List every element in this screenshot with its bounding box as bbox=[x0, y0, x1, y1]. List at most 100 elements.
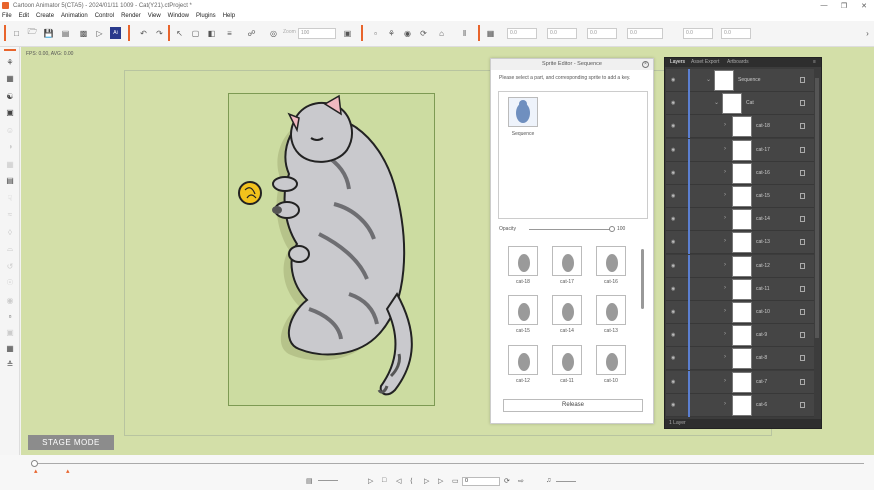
timeline-track[interactable] bbox=[34, 463, 864, 464]
bone-icon[interactable]: ⚘ bbox=[386, 27, 397, 39]
create-scene-icon[interactable]: ▤ bbox=[60, 27, 71, 39]
sprite-thumbnail[interactable] bbox=[596, 295, 626, 325]
next-key-icon[interactable]: ▷ bbox=[438, 477, 443, 485]
layer-target-icon[interactable] bbox=[800, 239, 805, 246]
tab-asset-export[interactable]: Asset Export bbox=[691, 59, 719, 65]
speed-slider[interactable] bbox=[318, 480, 338, 481]
layer-row[interactable]: ◉ › cat-15 bbox=[666, 185, 814, 208]
redo-icon[interactable]: ↷ bbox=[154, 27, 165, 39]
previous-key-icon[interactable]: ◁ bbox=[396, 477, 401, 485]
sprite-thumbnail[interactable] bbox=[596, 345, 626, 375]
align-icon[interactable]: ≡ bbox=[224, 27, 235, 39]
visibility-eye-icon[interactable]: ◉ bbox=[671, 286, 677, 292]
visibility-eye-icon[interactable]: ◉ bbox=[671, 170, 677, 176]
prop-tool-icon[interactable]: ☉ bbox=[4, 277, 16, 288]
sprite-thumbnail[interactable] bbox=[508, 246, 538, 276]
previous-frame-icon[interactable]: ⟨ bbox=[410, 477, 413, 485]
sprite-thumbnail[interactable] bbox=[508, 345, 538, 375]
menu-help[interactable]: Help bbox=[223, 13, 235, 19]
sequence-thumbnail[interactable] bbox=[508, 97, 538, 127]
path-tool-icon[interactable]: ⌓ bbox=[4, 243, 16, 254]
sprite-thumbnail[interactable] bbox=[508, 295, 538, 325]
menu-plugins[interactable]: Plugins bbox=[196, 13, 216, 19]
expand-toolbar-icon[interactable]: › bbox=[862, 27, 873, 39]
crop-icon[interactable]: ▫ bbox=[370, 27, 381, 39]
layer-target-icon[interactable] bbox=[800, 100, 805, 107]
pan-icon[interactable]: ▢ bbox=[190, 27, 201, 39]
visibility-eye-icon[interactable]: ◉ bbox=[671, 123, 677, 129]
layer-row[interactable]: ◉ › cat-13 bbox=[666, 231, 814, 255]
timeline-settings-icon[interactable]: ▤ bbox=[306, 477, 313, 485]
layer-row[interactable]: ◉ › cat-10 bbox=[666, 301, 814, 324]
fit-icon[interactable]: ▣ bbox=[342, 27, 353, 39]
stop-icon[interactable]: □ bbox=[382, 477, 386, 484]
motion-tool-icon[interactable]: ↺ bbox=[4, 261, 16, 272]
layer-target-icon[interactable] bbox=[800, 401, 805, 408]
layer-row[interactable]: ◉ › cat-12 bbox=[666, 254, 814, 278]
layer-target-icon[interactable] bbox=[800, 378, 805, 385]
volume-slider[interactable] bbox=[556, 481, 576, 482]
face-tool-icon[interactable]: ☺ bbox=[4, 125, 16, 136]
layer-row[interactable]: ◉ › cat-8 bbox=[666, 347, 814, 371]
panel-menu-icon[interactable]: ≡ bbox=[813, 59, 816, 65]
chevron-right-icon[interactable]: › bbox=[724, 238, 726, 244]
bone-tool-icon[interactable]: ⚘ bbox=[4, 57, 16, 68]
cat-illustration[interactable] bbox=[229, 94, 436, 407]
save-icon[interactable]: 💾 bbox=[43, 27, 54, 39]
close-icon[interactable]: × bbox=[642, 61, 649, 68]
chevron-right-icon[interactable]: › bbox=[724, 146, 726, 152]
ai-icon[interactable]: Ai bbox=[110, 27, 121, 39]
layer-row[interactable]: ◉ › cat-6 bbox=[666, 393, 814, 417]
deform-tool-icon[interactable]: ◊ bbox=[4, 227, 16, 238]
next-frame-icon[interactable]: ▷ bbox=[424, 477, 429, 485]
layer-target-icon[interactable] bbox=[800, 193, 805, 199]
morph-tool-icon[interactable]: ◑ bbox=[4, 141, 16, 152]
chevron-down-icon[interactable]: ⌄ bbox=[714, 99, 719, 106]
puppet-tool-icon[interactable]: ☯ bbox=[4, 91, 16, 102]
scale-y-field[interactable]: 0.0 bbox=[683, 28, 713, 39]
menu-view[interactable]: View bbox=[148, 13, 161, 19]
volume-icon[interactable]: ♫ bbox=[546, 477, 551, 484]
chevron-right-icon[interactable]: › bbox=[724, 122, 726, 128]
frame-field[interactable]: 0 bbox=[462, 477, 500, 486]
undo-icon[interactable]: ↶ bbox=[138, 27, 149, 39]
range-end-marker[interactable]: ▴ bbox=[66, 467, 70, 475]
timeline-playhead[interactable] bbox=[31, 460, 38, 467]
layer-target-icon[interactable] bbox=[800, 262, 805, 269]
layer-row[interactable]: ◉ › cat-9 bbox=[666, 324, 814, 348]
chevron-right-icon[interactable]: › bbox=[724, 378, 726, 384]
stage-icon[interactable]: ▩ bbox=[78, 27, 89, 39]
visibility-icon[interactable]: ◎ bbox=[268, 27, 279, 39]
layer-target-icon[interactable] bbox=[800, 169, 805, 176]
zoom-field[interactable]: 100 bbox=[298, 28, 336, 39]
play-icon[interactable]: ▷ bbox=[368, 477, 373, 485]
mask-icon[interactable]: ◉ bbox=[402, 27, 413, 39]
distribute-icon[interactable]: ‖ bbox=[459, 27, 470, 39]
layer-target-icon[interactable] bbox=[800, 309, 805, 315]
fit-tool-icon[interactable]: ▦ bbox=[4, 343, 16, 354]
range-icon[interactable]: ⇨ bbox=[518, 477, 524, 485]
chevron-right-icon[interactable]: › bbox=[724, 169, 726, 175]
home-icon[interactable]: ⌂ bbox=[436, 27, 447, 39]
visibility-eye-icon[interactable]: ◉ bbox=[671, 309, 677, 315]
new-project-icon[interactable]: □ bbox=[11, 27, 22, 39]
menu-window[interactable]: Window bbox=[168, 13, 189, 19]
chevron-right-icon[interactable]: › bbox=[724, 331, 726, 337]
menu-control[interactable]: Control bbox=[95, 13, 114, 19]
sprite-thumbnail[interactable] bbox=[552, 295, 582, 325]
layer-target-icon[interactable] bbox=[800, 355, 805, 362]
select-icon[interactable]: ↖ bbox=[174, 27, 185, 39]
layer-row[interactable]: ◉ › cat-7 bbox=[666, 370, 814, 394]
link-icon[interactable]: ☍ bbox=[246, 27, 257, 39]
stage-mode-button[interactable]: STAGE MODE bbox=[28, 435, 114, 450]
opacity-field[interactable]: 0.0 bbox=[721, 28, 751, 39]
minimize-button[interactable]: — bbox=[814, 0, 834, 11]
layer-row[interactable]: ◉ › cat-16 bbox=[666, 161, 814, 185]
measure-tool-icon[interactable]: ≙ bbox=[4, 359, 16, 370]
transform-icon[interactable]: ◧ bbox=[206, 27, 217, 39]
menu-render[interactable]: Render bbox=[121, 13, 141, 19]
layer-target-icon[interactable] bbox=[800, 123, 805, 130]
release-button[interactable]: Release bbox=[503, 399, 643, 412]
visibility-eye-icon[interactable]: ◉ bbox=[671, 332, 677, 338]
group-tool-icon[interactable]: ▣ bbox=[4, 107, 16, 118]
